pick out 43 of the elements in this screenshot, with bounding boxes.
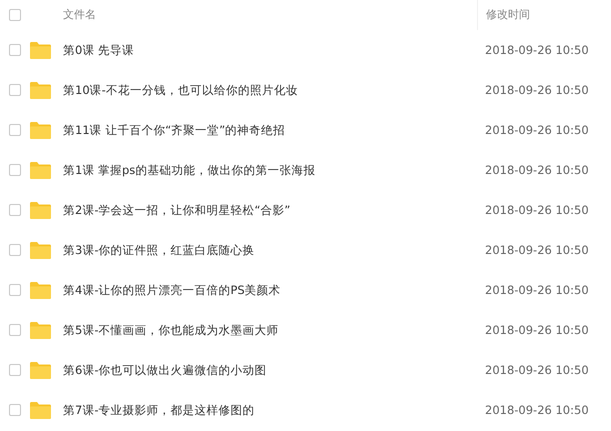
folder-icon [30, 42, 51, 58]
file-name[interactable]: 第4课-让你的照片漂亮一百倍的PS美颜术 [63, 282, 477, 298]
checkbox[interactable] [9, 164, 21, 176]
folder-icon [30, 322, 51, 338]
folder-icon [30, 162, 51, 178]
folder-icon [30, 202, 51, 218]
checkbox[interactable] [9, 84, 21, 96]
modified-time: 2018-09-26 10:50 [484, 363, 590, 377]
folder-icon [30, 122, 51, 138]
checkbox[interactable] [9, 404, 21, 416]
checkbox[interactable] [9, 9, 21, 21]
column-header[interactable]: 文件名 [63, 0, 477, 30]
checkbox[interactable] [9, 324, 21, 336]
modified-time: 2018-09-26 10:50 [484, 123, 590, 137]
modified-time: 2018-09-26 10:50 [484, 163, 590, 177]
file-name[interactable]: 第1课 掌握ps的基础功能，做出你的第一张海报 [63, 162, 477, 178]
file-name[interactable]: 第7课-专业摄影师，都是这样修图的 [63, 402, 477, 418]
checkbox[interactable] [9, 204, 21, 216]
folder-icon [30, 82, 51, 98]
file-name[interactable]: 第0课 先导课 [63, 42, 477, 58]
file-name[interactable]: 第5课-不懂画画，你也能成为水墨画大师 [63, 322, 477, 338]
file-name[interactable]: 第10课-不花一分钱，也可以给你的照片化妆 [63, 82, 477, 98]
modified-time: 2018-09-26 10:50 [484, 203, 590, 217]
checkbox[interactable] [9, 44, 21, 56]
modified-time: 2018-09-26 10:50 [484, 323, 590, 337]
folder-icon [30, 362, 51, 378]
folder-icon [30, 242, 51, 258]
modified-time: 2018-09-26 10:50 [484, 83, 590, 97]
checkbox[interactable] [9, 244, 21, 256]
file-name[interactable]: 第6课-你也可以做出火遍微信的小动图 [63, 362, 477, 378]
file-name[interactable]: 第11课 让千百个你“齐聚一堂”的神奇绝招 [63, 122, 477, 138]
file-name[interactable]: 第2课-学会这一招，让你和明星轻松“合影” [63, 202, 477, 218]
modified-time: 2018-09-26 10:50 [484, 43, 590, 57]
file-name[interactable]: 第3课-你的证件照，红蓝白底随心换 [63, 242, 477, 258]
modified-time: 2018-09-26 10:50 [484, 403, 590, 417]
checkbox[interactable] [9, 124, 21, 136]
folder-icon [30, 282, 51, 298]
modified-time: 2018-09-26 10:50 [484, 283, 590, 297]
checkbox[interactable] [9, 364, 21, 376]
checkbox[interactable] [9, 284, 21, 296]
folder-icon [30, 402, 51, 418]
modified-time: 2018-09-26 10:50 [484, 243, 590, 257]
column-header[interactable]: 修改时间 [477, 0, 611, 30]
